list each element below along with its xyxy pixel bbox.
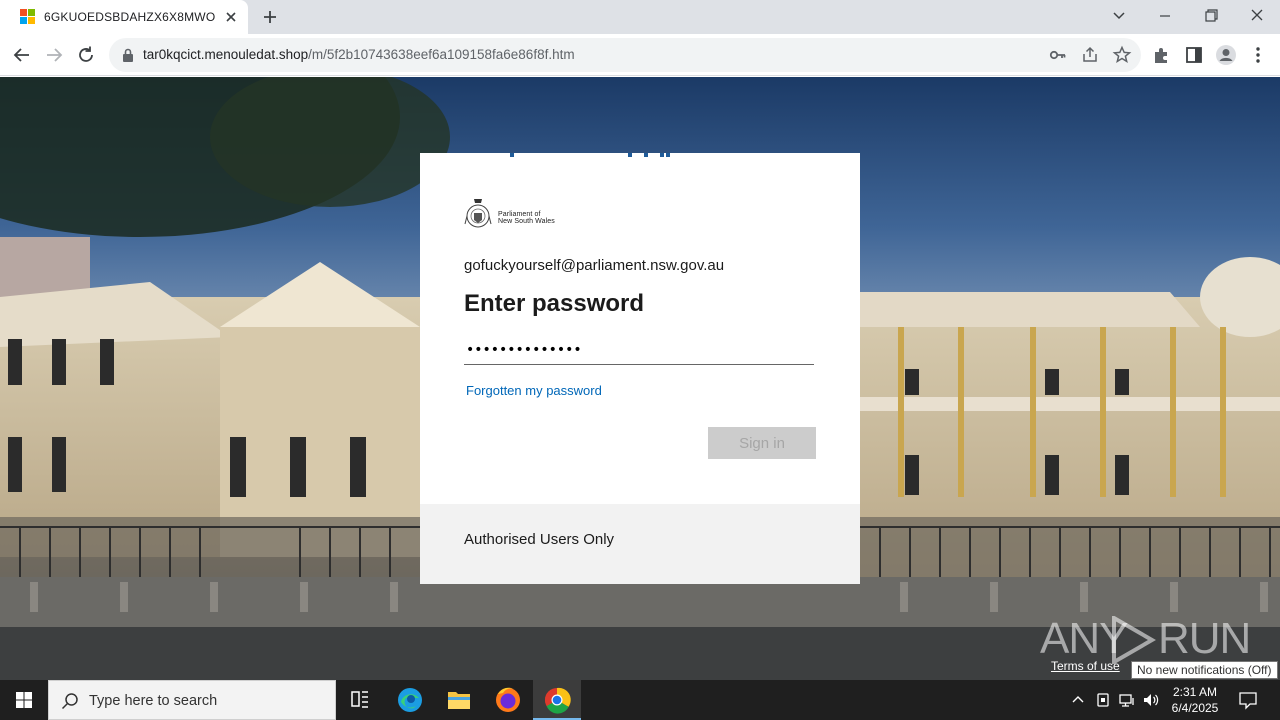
chrome-icon xyxy=(545,687,571,714)
forgot-password-link[interactable]: Forgotten my password xyxy=(466,383,602,398)
decorative-dots xyxy=(510,153,670,157)
close-window-icon[interactable] xyxy=(1245,5,1269,27)
signin-card: Parliament of New South Wales gofuckyour… xyxy=(420,153,860,584)
anyrun-watermark: ANY RUN xyxy=(1040,610,1251,666)
new-tab-icon[interactable] xyxy=(260,7,280,27)
folder-icon xyxy=(448,692,470,709)
chrome-taskbar-button[interactable] xyxy=(533,680,581,720)
restore-icon[interactable] xyxy=(1199,5,1223,27)
firefox-taskbar-button[interactable] xyxy=(484,680,532,720)
windows-start-icon xyxy=(16,692,32,708)
play-triangle-icon xyxy=(1112,616,1156,664)
terms-of-use-link[interactable]: Terms of use xyxy=(1051,659,1120,673)
profile-avatar-icon[interactable] xyxy=(1215,44,1237,66)
logo-line-1: Parliament of xyxy=(498,211,541,218)
account-email: gofuckyourself@parliament.nsw.gov.au xyxy=(464,257,725,274)
bookmark-star-icon[interactable] xyxy=(1112,45,1132,65)
forward-arrow-icon[interactable] xyxy=(43,44,65,66)
browser-toolbar: tar0kqcict.menouledat.shop/m/5f2b1074363… xyxy=(0,34,1280,76)
taskbar-search-box[interactable]: Type here to search xyxy=(48,680,336,720)
volume-icon[interactable] xyxy=(1141,690,1161,710)
authorised-users-text: Authorised Users Only xyxy=(464,531,615,548)
password-field[interactable] xyxy=(464,335,814,365)
notification-center-icon[interactable] xyxy=(1236,688,1260,712)
page-title: Enter password xyxy=(464,290,645,317)
firefox-icon xyxy=(496,687,520,712)
menu-kebab-icon[interactable] xyxy=(1247,44,1269,66)
clock-date: 6/4/2025 xyxy=(1171,701,1219,715)
file-explorer-taskbar-button[interactable] xyxy=(435,680,483,720)
show-hidden-icons-chevron-icon[interactable] xyxy=(1068,690,1088,710)
card-footer: Authorised Users Only xyxy=(420,504,860,584)
parliament-nsw-logo: Parliament of New South Wales xyxy=(464,196,564,232)
clock-time: 2:31 AM xyxy=(1172,685,1218,699)
search-icon xyxy=(61,692,79,710)
logo-line-2: New South Wales xyxy=(498,218,555,225)
crest-icon xyxy=(464,199,492,228)
url-path: /m/5f2b10743638eef6a109158fa6e86f8f.htm xyxy=(308,47,575,62)
share-icon[interactable] xyxy=(1080,45,1100,65)
notification-tooltip: No new notifications (Off) xyxy=(1131,661,1278,679)
browser-tab[interactable]: 6GKUOEDSBDAHZX6X8MWO xyxy=(0,0,248,34)
url-host: tar0kqcict.menouledat.shop xyxy=(143,47,309,62)
watermark-run: RUN xyxy=(1158,614,1251,663)
search-placeholder: Type here to search xyxy=(89,693,218,709)
tab-strip: 6GKUOEDSBDAHZX6X8MWO xyxy=(0,0,1280,34)
lock-icon[interactable] xyxy=(121,47,135,63)
taskbar-clock[interactable]: 2:31 AM 6/4/2025 xyxy=(1162,684,1228,716)
logo-text: Parliament of New South Wales xyxy=(498,211,555,225)
windows-taskbar: Type here to search 2:31 AM 6/4/2025 xyxy=(0,680,1280,720)
start-button[interactable] xyxy=(0,680,48,720)
reload-icon[interactable] xyxy=(75,44,97,66)
tab-title: 6GKUOEDSBDAHZX6X8MWO xyxy=(44,10,216,24)
extensions-puzzle-icon[interactable] xyxy=(1151,44,1173,66)
signin-button[interactable]: Sign in xyxy=(708,427,816,459)
address-bar[interactable]: tar0kqcict.menouledat.shop/m/5f2b1074363… xyxy=(109,38,1141,72)
minimize-icon[interactable] xyxy=(1153,5,1177,27)
back-arrow-icon[interactable] xyxy=(11,44,33,66)
edge-icon xyxy=(398,688,422,712)
network-icon[interactable] xyxy=(1117,690,1137,710)
page-viewport: Parliament of New South Wales gofuckyour… xyxy=(0,77,1280,680)
task-view-icon xyxy=(351,691,368,708)
side-panel-icon[interactable] xyxy=(1183,44,1205,66)
key-icon[interactable] xyxy=(1048,45,1068,65)
task-view-button[interactable] xyxy=(336,680,384,720)
url-text[interactable]: tar0kqcict.menouledat.shop/m/5f2b1074363… xyxy=(143,47,575,62)
device-tray-icon[interactable] xyxy=(1093,690,1113,710)
close-tab-icon[interactable] xyxy=(222,8,240,26)
windows-logo-icon xyxy=(20,9,36,25)
edge-taskbar-button[interactable] xyxy=(386,680,434,720)
tab-search-chevron-icon[interactable] xyxy=(1107,5,1131,27)
